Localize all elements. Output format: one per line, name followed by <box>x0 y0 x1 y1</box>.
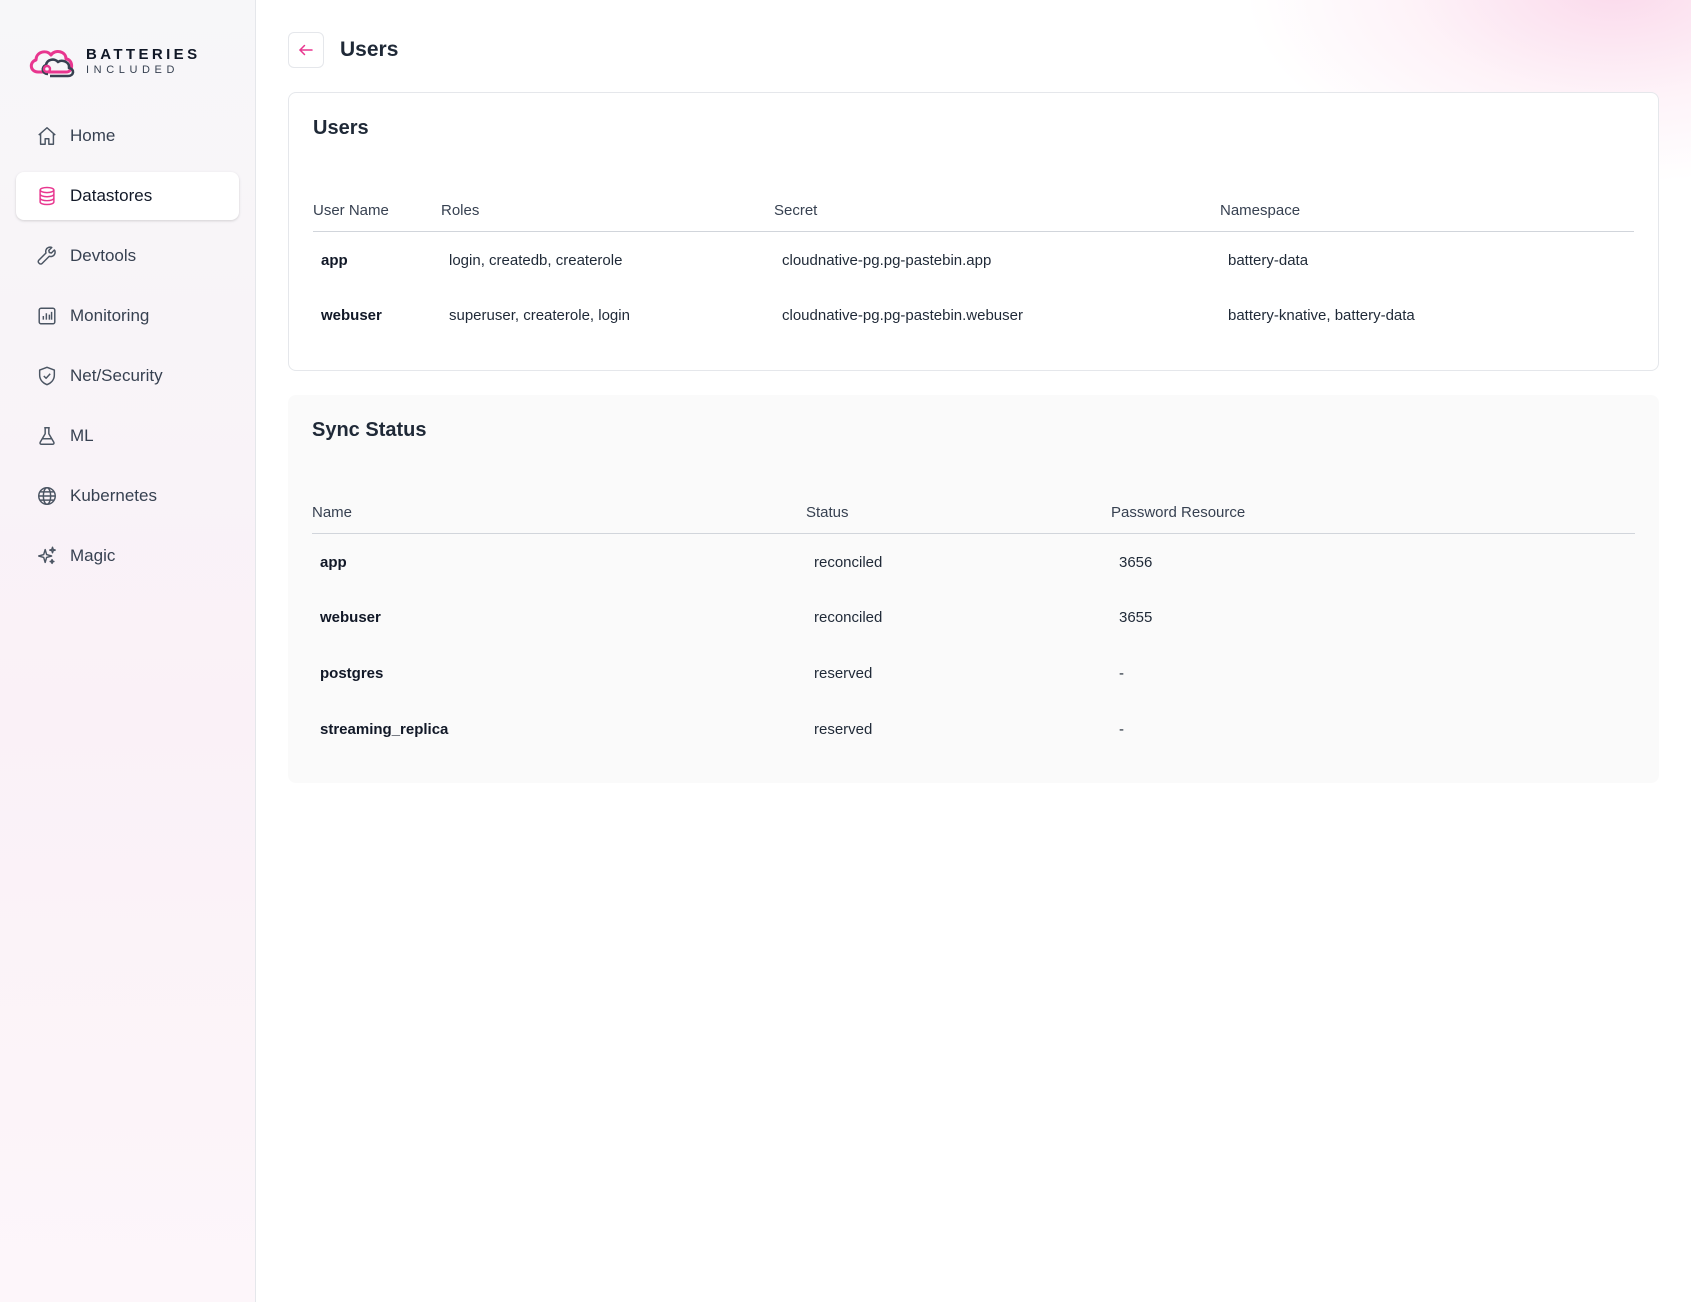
page-header: Users <box>288 32 398 68</box>
cell-name: app <box>320 553 347 571</box>
sidebar-item-label: ML <box>70 426 94 445</box>
users-panel-title: Users <box>313 117 369 139</box>
brand-name: BATTERIES <box>86 45 201 63</box>
sidebar-item-label: Magic <box>70 546 116 565</box>
column-header-status: Status <box>806 493 1111 534</box>
cell-secret: cloudnative-pg.pg-pastebin.app <box>782 251 992 269</box>
sidebar-item-kubernetes[interactable]: Kubernetes <box>16 472 239 520</box>
arrow-left-icon <box>299 44 313 56</box>
page-title: Users <box>340 38 399 61</box>
sidebar-item-net-security[interactable]: Net/Security <box>16 352 239 400</box>
table-row[interactable]: postgres reserved - <box>312 645 1635 701</box>
users-panel: Users User Name Roles Secret Namespace a… <box>288 92 1659 371</box>
column-header-secret: Secret <box>774 191 1220 232</box>
table-row[interactable]: webuser reconciled 3655 <box>312 589 1635 645</box>
cloud-logo-icon <box>29 50 75 78</box>
column-header-name: Name <box>312 493 806 534</box>
column-header-roles: Roles <box>441 191 774 232</box>
sidebar-item-home[interactable]: Home <box>16 112 239 160</box>
cell-status: reconciled <box>814 608 883 626</box>
cell-password-resource: - <box>1119 664 1124 682</box>
cell-roles: superuser, createrole, login <box>449 306 630 324</box>
home-icon <box>38 127 56 145</box>
sidebar-item-label: Datastores <box>70 186 153 205</box>
sidebar-item-datastores[interactable]: Datastores <box>16 172 239 220</box>
table-row[interactable]: app reconciled 3656 <box>312 533 1635 589</box>
sidebar-item-magic[interactable]: Magic <box>16 532 239 580</box>
chart-icon <box>38 307 56 325</box>
sidebar-item-label: Monitoring <box>70 306 150 325</box>
users-table: User Name Roles Secret Namespace app log… <box>313 191 1634 343</box>
table-header-row: Name Status Password Resource <box>312 493 1635 534</box>
table-row[interactable]: app login, createdb, createrole cloudnat… <box>313 231 1634 287</box>
sidebar-item-ml[interactable]: ML <box>16 412 239 460</box>
cell-status: reserved <box>814 664 873 682</box>
sync-status-panel-title: Sync Status <box>312 419 427 441</box>
column-header-user-name: User Name <box>313 191 441 232</box>
cell-user-name: webuser <box>321 306 382 324</box>
brand-tagline: INCLUDED <box>86 63 180 76</box>
sidebar-item-label: Home <box>70 126 116 145</box>
flask-icon <box>39 427 55 445</box>
sidebar-item-label: Kubernetes <box>70 486 157 505</box>
sidebar-item-label: Devtools <box>70 246 137 265</box>
cell-namespace: battery-data <box>1228 251 1309 269</box>
cell-password-resource: 3656 <box>1119 553 1153 571</box>
database-icon <box>39 186 55 206</box>
sidebar-item-label: Net/Security <box>70 366 163 385</box>
sidebar-item-devtools[interactable]: Devtools <box>16 232 239 280</box>
wrench-icon <box>37 246 56 265</box>
sparkles-icon <box>38 546 56 565</box>
cell-password-resource: 3655 <box>1119 608 1153 626</box>
cell-roles: login, createdb, createrole <box>449 251 623 269</box>
sync-status-panel: Sync Status Name Status Password Resourc… <box>288 395 1659 783</box>
sidebar-item-monitoring[interactable]: Monitoring <box>16 292 239 340</box>
column-header-password-resource: Password Resource <box>1111 493 1635 534</box>
sidebar-nav: Home Datastores Devtools Monitoring Net/… <box>16 112 239 592</box>
back-button[interactable] <box>288 32 324 68</box>
column-header-namespace: Namespace <box>1220 191 1634 232</box>
table-header-row: User Name Roles Secret Namespace <box>313 191 1634 232</box>
cell-secret: cloudnative-pg.pg-pastebin.webuser <box>782 306 1023 324</box>
table-row[interactable]: webuser superuser, createrole, login clo… <box>313 287 1634 343</box>
cell-name: postgres <box>320 664 384 682</box>
shield-icon <box>38 366 56 386</box>
sync-status-table: Name Status Password Resource app reconc… <box>312 493 1635 757</box>
cell-password-resource: - <box>1119 720 1124 738</box>
table-row[interactable]: streaming_replica reserved - <box>312 701 1635 757</box>
sidebar: BATTERIES INCLUDED Home Datastores Devto… <box>0 0 256 1302</box>
cell-namespace: battery-knative, battery-data <box>1228 306 1415 324</box>
globe-icon <box>38 487 56 505</box>
cell-user-name: app <box>321 251 348 269</box>
cell-name: webuser <box>320 608 381 626</box>
cell-name: streaming_replica <box>320 720 449 738</box>
brand-logo[interactable]: BATTERIES INCLUDED <box>26 42 201 80</box>
cell-status: reconciled <box>814 553 883 571</box>
cell-status: reserved <box>814 720 873 738</box>
